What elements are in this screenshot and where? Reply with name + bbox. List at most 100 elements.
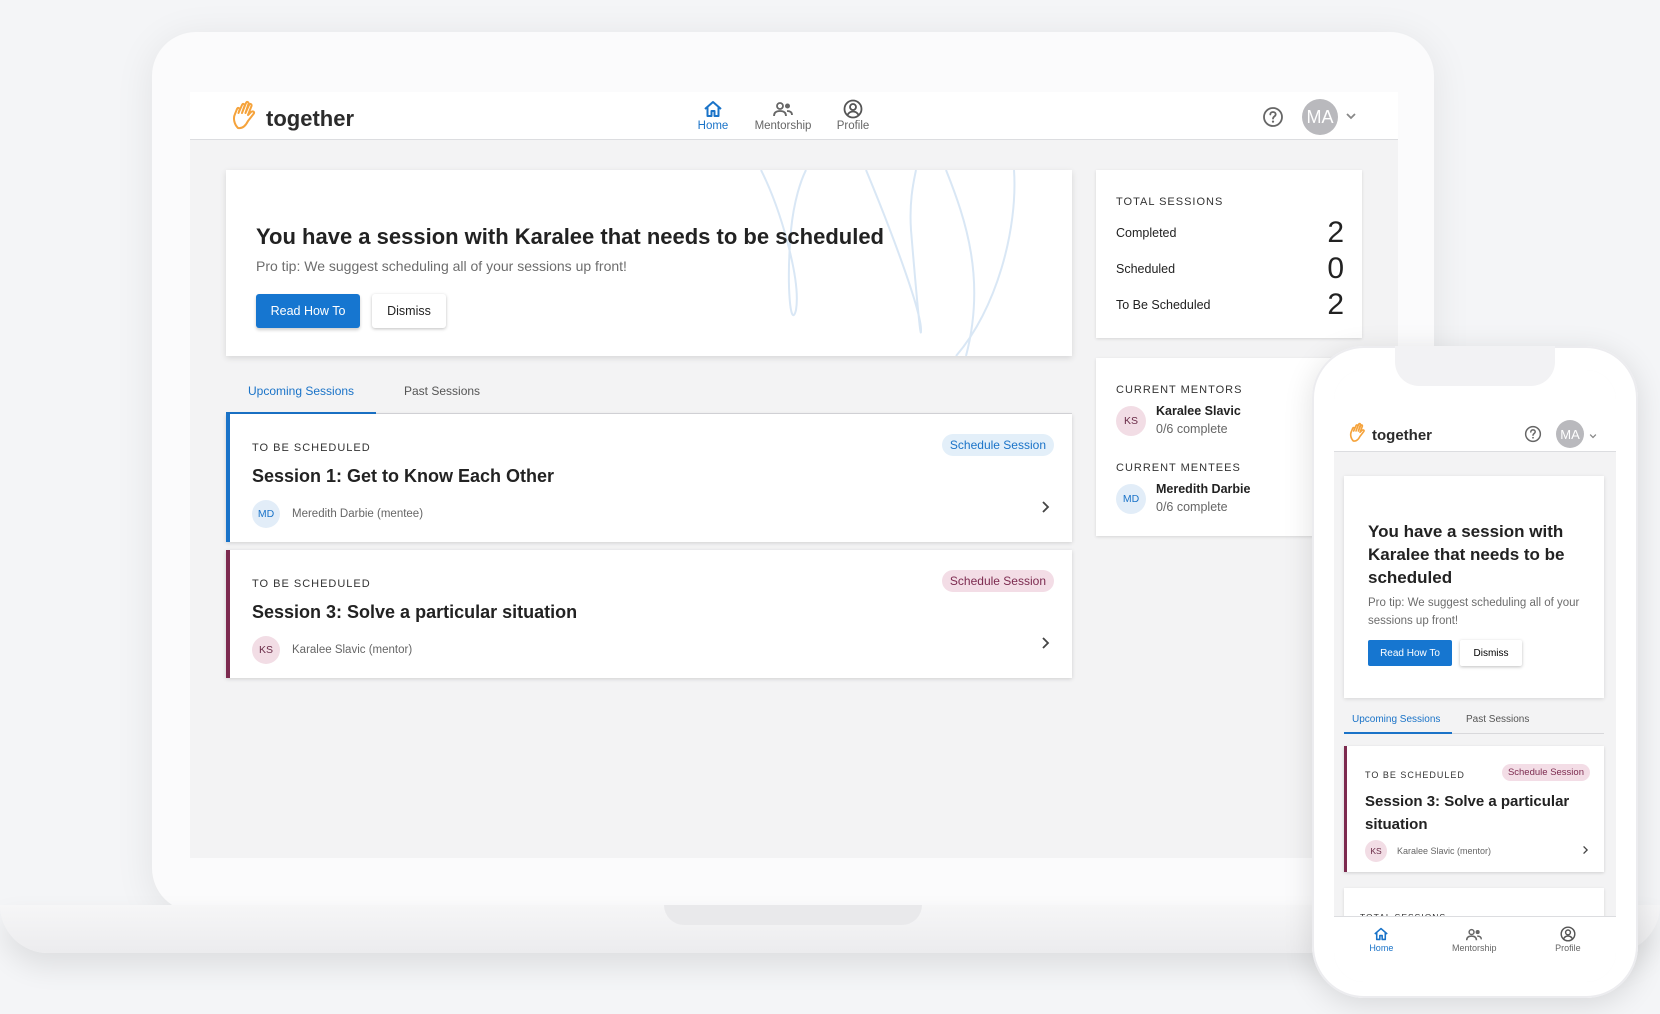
mobile-banner-tip: Pro tip: We suggest scheduling all of yo… xyxy=(1368,597,1580,627)
session-title: Session 3: Solve a particular situation xyxy=(1365,793,1570,833)
home-icon xyxy=(1373,925,1389,943)
session-card[interactable]: TO BE SCHEDULED Session 1: Get to Know E… xyxy=(226,414,1072,542)
participant-name: Karalee Slavic (mentor) xyxy=(292,644,413,656)
total-sessions-heading: TOTAL SESSIONS xyxy=(1116,196,1224,208)
chevron-down-icon[interactable] xyxy=(1344,109,1358,128)
mentee-row[interactable]: MD Meredith Darbie 0/6 complete xyxy=(1116,482,1250,514)
people-icon xyxy=(772,98,794,120)
hand-wave-icon xyxy=(1348,422,1368,449)
mobile-logo-text: together xyxy=(1372,427,1432,444)
profile-icon xyxy=(1560,925,1576,943)
banner-tip: Pro tip: We suggest scheduling all of yo… xyxy=(256,258,627,274)
session-status: TO BE SCHEDULED xyxy=(1365,770,1465,780)
laptop-notch xyxy=(664,905,922,925)
current-mentees-heading: CURRENT MENTEES xyxy=(1116,462,1241,474)
mobile-nav-home[interactable]: Home xyxy=(1369,925,1393,982)
tab-past-sessions[interactable]: Past Sessions xyxy=(404,384,480,398)
nav-mentorship[interactable]: Mentorship xyxy=(755,98,811,132)
help-icon[interactable] xyxy=(1524,425,1542,448)
schedule-banner: You have a session with Karalee that nee… xyxy=(226,170,1072,356)
participant-avatar: KS xyxy=(252,636,280,664)
help-icon[interactable] xyxy=(1262,106,1284,133)
mentee-progress: 0/6 complete xyxy=(1156,500,1228,514)
hand-wave-icon xyxy=(230,100,260,137)
mobile-bottom-nav: Home Mentorship Profile xyxy=(1334,916,1616,982)
chevron-right-icon[interactable] xyxy=(1038,636,1052,655)
stat-label: Completed xyxy=(1116,226,1177,240)
schedule-session-button[interactable]: Schedule Session xyxy=(1501,764,1590,781)
nav-home[interactable]: Home xyxy=(690,98,736,132)
mentee-name: Meredith Darbie xyxy=(1156,482,1251,496)
people-icon xyxy=(1465,925,1483,943)
mobile-banner-title: You have a session with Karalee that nee… xyxy=(1368,522,1565,587)
session-title: Session 1: Get to Know Each Other xyxy=(252,466,555,486)
stat-value: 0 xyxy=(1327,252,1344,285)
stat-value: 2 xyxy=(1327,288,1344,321)
participant-avatar: KS xyxy=(1365,840,1387,862)
mobile-nav-mentorship-label: Mentorship xyxy=(1451,943,1497,953)
home-icon xyxy=(703,98,723,120)
logo[interactable]: together xyxy=(230,100,354,137)
session-participant: KS Karalee Slavic (mentor) xyxy=(1365,840,1491,862)
session-participant: KS Karalee Slavic (mentor) xyxy=(252,636,412,664)
mobile-active-tab-indicator xyxy=(1344,732,1452,734)
phone-notch xyxy=(1395,346,1555,386)
mobile-nav-home-label: Home xyxy=(1369,943,1394,953)
stat-value: 2 xyxy=(1327,216,1344,249)
participant-avatar: MD xyxy=(252,500,280,528)
mobile-avatar[interactable]: MA xyxy=(1556,420,1584,448)
session-card[interactable]: TO BE SCHEDULED Session 3: Solve a parti… xyxy=(226,550,1072,678)
stat-scheduled: Scheduled 0 xyxy=(1116,252,1344,286)
mentor-name: Karalee Slavic xyxy=(1156,404,1241,418)
decorative-lines xyxy=(760,170,1016,356)
schedule-session-button[interactable]: Schedule Session xyxy=(941,434,1054,456)
session-participant: MD Meredith Darbie (mentee) xyxy=(252,500,423,528)
top-bar: together Home Mentorship Profile MA xyxy=(190,92,1398,140)
stat-label: To Be Scheduled xyxy=(1116,298,1211,312)
total-sessions-card: TOTAL SESSIONS Completed 2 Scheduled 0 T… xyxy=(1096,170,1362,338)
mobile-nav-mentorship[interactable]: Mentorship xyxy=(1452,925,1497,982)
chevron-right-icon[interactable] xyxy=(1580,842,1590,860)
mobile-tab-past-sessions[interactable]: Past Sessions xyxy=(1466,714,1529,725)
mobile-nav-profile-label: Profile xyxy=(1555,943,1581,953)
mobile-schedule-banner: You have a session with Karalee that nee… xyxy=(1344,476,1604,698)
mentor-avatar: KS xyxy=(1116,406,1146,436)
session-status: TO BE SCHEDULED xyxy=(252,578,371,590)
session-title: Session 3: Solve a particular situation xyxy=(252,602,578,622)
phone-frame: together MA You have a session with Kara… xyxy=(1312,346,1638,998)
mobile-session-tabs: Upcoming Sessions Past Sessions xyxy=(1344,704,1604,734)
profile-icon xyxy=(843,98,863,120)
mobile-nav-profile[interactable]: Profile xyxy=(1555,925,1581,982)
dismiss-button[interactable]: Dismiss xyxy=(372,294,446,328)
read-how-to-button[interactable]: Read How To xyxy=(256,294,360,328)
nav-profile-label: Profile xyxy=(836,120,870,132)
mentor-row[interactable]: KS Karalee Slavic 0/6 complete xyxy=(1116,404,1241,436)
chevron-right-icon[interactable] xyxy=(1038,500,1052,519)
participant-name: Karalee Slavic (mentor) xyxy=(1397,846,1492,856)
current-mentors-heading: CURRENT MENTORS xyxy=(1116,384,1243,396)
stat-label: Scheduled xyxy=(1116,262,1176,276)
participant-name: Meredith Darbie (mentee) xyxy=(292,508,424,520)
main-nav: Home Mentorship Profile xyxy=(690,98,876,132)
mentor-progress: 0/6 complete xyxy=(1156,422,1228,436)
stat-to-be-scheduled: To Be Scheduled 2 xyxy=(1116,288,1344,322)
mentee-avatar: MD xyxy=(1116,484,1146,514)
nav-profile[interactable]: Profile xyxy=(830,98,876,132)
mobile-session-card[interactable]: TO BE SCHEDULED Schedule Session Session… xyxy=(1344,746,1604,872)
avatar[interactable]: MA xyxy=(1302,99,1338,135)
stat-completed: Completed 2 xyxy=(1116,216,1344,250)
session-tabs: Upcoming Sessions Past Sessions xyxy=(226,372,1072,414)
banner-title: You have a session with Karalee that nee… xyxy=(256,224,884,249)
desktop-screen: together Home Mentorship Profile MA You … xyxy=(190,92,1398,858)
mobile-logo[interactable]: together xyxy=(1348,422,1432,449)
session-status: TO BE SCHEDULED xyxy=(252,442,371,454)
chevron-down-icon[interactable] xyxy=(1588,428,1598,446)
logo-text: together xyxy=(266,105,354,131)
mobile-read-how-to-button[interactable]: Read How To xyxy=(1368,640,1452,666)
schedule-session-button[interactable]: Schedule Session xyxy=(941,570,1054,592)
tab-upcoming-sessions[interactable]: Upcoming Sessions xyxy=(248,384,354,398)
mobile-tab-upcoming-sessions[interactable]: Upcoming Sessions xyxy=(1352,714,1440,725)
mobile-dismiss-button[interactable]: Dismiss xyxy=(1460,640,1522,666)
nav-mentorship-label: Mentorship xyxy=(754,120,812,132)
nav-home-label: Home xyxy=(697,120,729,132)
